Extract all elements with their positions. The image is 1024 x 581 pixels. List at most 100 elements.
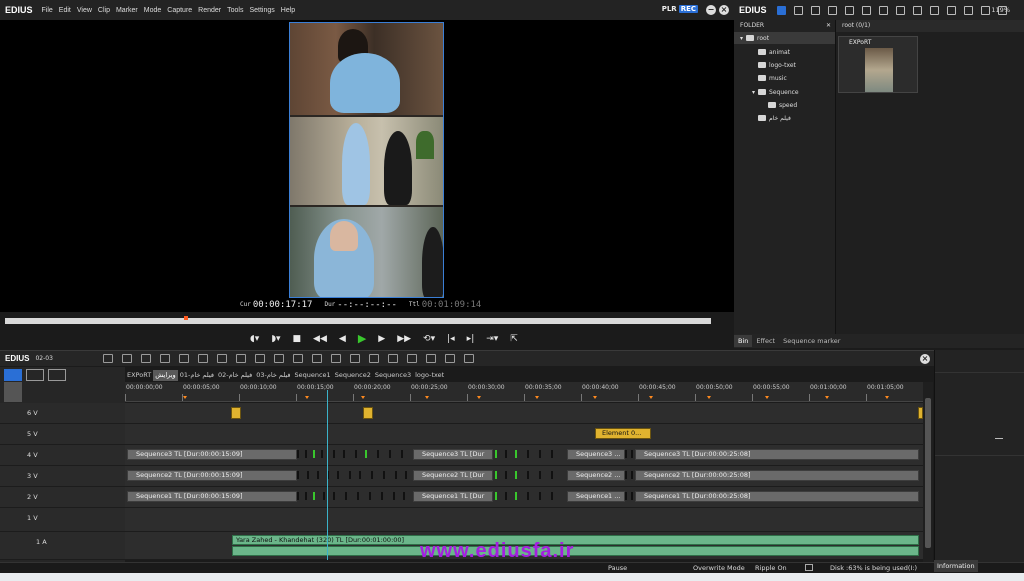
mixer-icon[interactable] [330,354,341,363]
menu-edit[interactable]: Edit [56,7,74,14]
marker-icon[interactable] [311,354,322,363]
scrub-bar[interactable] [5,318,711,324]
next-edit-icon[interactable]: ▸| [467,334,475,344]
title-icon[interactable] [349,354,360,363]
step-forward-icon[interactable]: ▶ [378,334,385,344]
tab-information[interactable]: Information [934,560,978,572]
sequence1-clip[interactable]: Sequence1 ... [567,491,625,502]
export-icon[interactable]: ⇱ [510,334,518,344]
collapse-icon[interactable] [995,438,1003,439]
settings-icon[interactable] [463,354,474,363]
delete-icon[interactable] [946,5,956,15]
sequence-marker[interactable] [535,396,539,399]
track-header-4v[interactable]: 4 V [0,445,125,466]
track-mode-icon[interactable] [4,369,22,381]
menu-render[interactable]: Render [195,7,224,14]
sequence3-clip[interactable]: Sequence3 TL [Dur [413,449,493,460]
track-header-1a[interactable]: 1 A [0,532,125,560]
track-header-5v[interactable]: 5 V [0,424,125,445]
new-sequence-icon[interactable] [102,354,113,363]
sequence2-clip[interactable]: Sequence2 TL [Dur:00:00:15:09] [127,470,297,481]
sequence2-clip[interactable]: Sequence2 ... [567,470,625,481]
sequence1-clip[interactable]: Sequence1 TL [Dur [413,491,493,502]
scrub-position-marker[interactable] [184,316,188,320]
menu-file[interactable]: File [39,7,56,14]
ripple-delete-icon[interactable] [254,354,265,363]
sequence3-clip[interactable]: Sequence3 TL [Dur:00:00:25:08] [635,449,919,460]
sequence-marker[interactable] [707,396,711,399]
save-project-icon[interactable] [140,354,151,363]
expand-icon[interactable]: ▾ [740,35,743,42]
menu-clip[interactable]: Clip [95,7,113,14]
replace-icon[interactable] [216,354,227,363]
track-header-6v[interactable]: 6 V [0,403,125,424]
menu-capture[interactable]: Capture [164,7,195,14]
menu-help[interactable]: Help [278,7,298,14]
tree-item-speed[interactable]: speed [768,99,797,111]
import-icon[interactable] [980,5,990,15]
prev-edit-icon[interactable]: |◂ [447,334,455,344]
sequence-marker[interactable] [425,396,429,399]
search-icon[interactable] [793,5,803,15]
sequence-marker[interactable] [593,396,597,399]
audio-clip-channel-2[interactable] [232,546,919,556]
seq-tab-export[interactable]: EXPoRT [125,370,153,381]
timeline-cursor[interactable] [327,390,328,560]
fast-forward-icon[interactable]: ▶▶ [397,334,411,344]
folder-close-icon[interactable]: ✕ [826,20,831,32]
tab-bin[interactable]: Bin [734,335,753,347]
play-icon[interactable]: ▶ [358,333,366,344]
tree-item-logo-txet[interactable]: logo-txet [758,59,796,71]
timeline-close-icon[interactable]: × [920,354,930,364]
sequence-marker[interactable] [305,396,309,399]
tree-item-root[interactable]: ▾ root [734,32,835,44]
sequence-marker[interactable] [885,396,889,399]
seq-tab-raw-03[interactable]: فیلم خام-03 [254,370,292,381]
sequence3-clip[interactable]: Sequence3 TL [Dur:00:00:15:09] [127,449,297,460]
track-2v[interactable]: Sequence1 TL [Dur:00:00:15:09] Sequence1… [125,487,923,508]
seq-tab-edit[interactable]: ویرایش [153,370,178,381]
sequence-marker[interactable] [477,396,481,399]
sequence2-clip[interactable]: Sequence2 TL [Dur [413,470,493,481]
track-5v[interactable]: Element 0... [125,424,923,445]
plr-rec-indicator[interactable]: PLR REC [662,5,698,13]
set-in-icon[interactable]: ◖▾ [250,334,259,344]
minimize-icon[interactable]: − [706,5,716,15]
menu-tools[interactable]: Tools [224,7,246,14]
tab-effect[interactable]: Effect [752,335,779,347]
timeline-ruler[interactable]: 00:00:00;00 00:00:05;00 00:00:10;00 00:0… [125,382,923,402]
stop-icon[interactable]: ■ [293,334,302,344]
undo-icon[interactable] [273,354,284,363]
snap-icon[interactable] [444,354,455,363]
paste-icon[interactable] [197,354,208,363]
track-header-3v[interactable]: 3 V [0,466,125,487]
open-project-icon[interactable] [121,354,132,363]
track-header-1v[interactable]: 1 V [0,508,125,532]
link-icon[interactable] [26,369,44,381]
sequence-marker[interactable] [183,396,187,399]
step-back-icon[interactable]: ◀ [339,334,346,344]
sync-icon[interactable] [406,354,417,363]
menu-view[interactable]: View [74,7,95,14]
up-folder-icon[interactable] [810,5,820,15]
track-1v[interactable] [125,508,923,532]
cut-icon[interactable] [878,5,888,15]
seq-tab-sequence3[interactable]: Sequence3 [373,370,413,381]
sequence2-clip[interactable]: Sequence2 TL [Dur:00:00:25:08] [635,470,919,481]
redo-icon[interactable] [292,354,303,363]
track-3v[interactable]: Sequence2 TL [Dur:00:00:15:09] Sequence2… [125,466,923,487]
tree-item-sequence[interactable]: ▾ Sequence [752,86,799,98]
export-icon[interactable] [368,354,379,363]
bin-clip-thumbnail[interactable]: EXPoRT [838,36,918,93]
track-6v[interactable] [125,403,923,424]
expand-icon[interactable]: ▾ [752,89,755,96]
title-clip[interactable] [231,407,241,419]
sequence-marker[interactable] [825,396,829,399]
group-icon[interactable] [425,354,436,363]
view-mode-icon[interactable] [963,5,973,15]
sequence3-clip[interactable]: Sequence3 ... [567,449,625,460]
seq-tab-sequence2[interactable]: Sequence2 [333,370,373,381]
rewind-icon[interactable]: ◀◀ [313,334,327,344]
delete-icon[interactable] [235,354,246,363]
sequence1-clip[interactable]: Sequence1 TL [Dur:00:00:25:08] [635,491,919,502]
